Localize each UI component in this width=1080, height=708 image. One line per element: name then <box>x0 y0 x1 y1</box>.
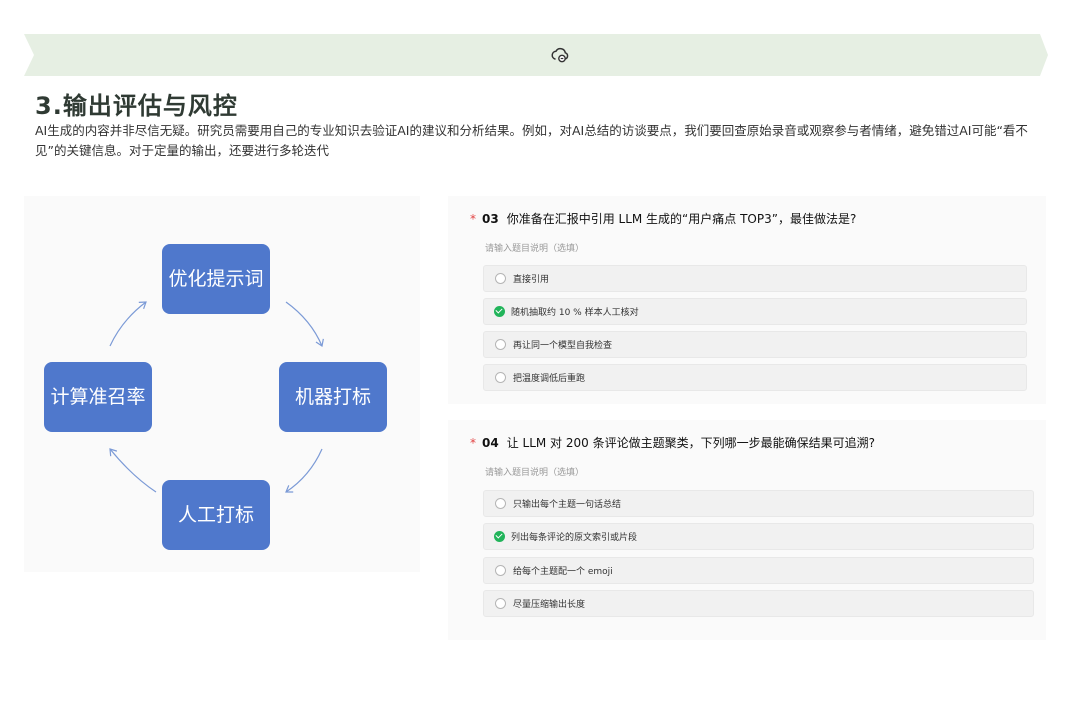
question-card-04: * 04 让 LLM 对 200 条评论做主题聚类，下列哪一步最能确保结果可追溯? … <box>448 420 1046 640</box>
radio-icon[interactable] <box>495 273 506 284</box>
question-title: * 04 让 LLM 对 200 条评论做主题聚类，下列哪一步最能确保结果可追溯? <box>470 434 875 451</box>
option-label: 再让同一个模型自我检查 <box>513 341 613 351</box>
iteration-cycle-diagram: 优化提示词 机器打标 人工打标 计算准召率 <box>24 196 420 572</box>
radio-icon[interactable] <box>495 372 506 383</box>
checked-circle-icon[interactable] <box>494 531 505 542</box>
required-marker: * <box>470 212 476 226</box>
required-marker: * <box>470 436 476 450</box>
option-item[interactable]: 尽量压缩输出长度 <box>483 590 1034 617</box>
option-item[interactable]: 再让同一个模型自我检查 <box>483 331 1027 358</box>
question-number: 03 <box>482 212 499 226</box>
section-banner <box>24 34 1048 76</box>
cloud-sync-icon <box>550 45 570 65</box>
arrow-right-to-bottom <box>285 448 323 493</box>
question-hint: 请输入题目说明（选填） <box>485 244 585 254</box>
option-item[interactable]: 列出每条评论的原文索引或片段 <box>483 523 1034 550</box>
option-item[interactable]: 直接引用 <box>483 265 1027 292</box>
node-compute-precision-recall: 计算准召率 <box>44 362 152 432</box>
question-card-03: * 03 你准备在汇报中引用 LLM 生成的“用户痛点 TOP3”，最佳做法是? 请… <box>448 196 1046 404</box>
radio-icon[interactable] <box>495 498 506 509</box>
radio-icon[interactable] <box>495 598 506 609</box>
arrow-bottom-to-left <box>109 448 157 493</box>
section-description: AI生成的内容并非尽信无疑。研究员需要用自己的专业知识去验证AI的建议和分析结果… <box>35 123 1028 158</box>
question-number: 04 <box>482 436 499 450</box>
radio-icon[interactable] <box>495 339 506 350</box>
option-label: 直接引用 <box>513 275 550 285</box>
option-label: 随机抽取约 10 % 样本人工核对 <box>511 308 639 318</box>
checked-circle-icon[interactable] <box>494 306 505 317</box>
page-title: 3.输出评估与风控 <box>35 92 238 120</box>
option-label: 只输出每个主题一句话总结 <box>513 500 622 510</box>
node-machine-labeling: 机器打标 <box>279 362 387 432</box>
node-optimize-prompt: 优化提示词 <box>162 244 270 314</box>
option-label: 把温度调低后重跑 <box>513 374 586 384</box>
question-text: 你准备在汇报中引用 LLM 生成的“用户痛点 TOP3”，最佳做法是? <box>506 212 857 226</box>
option-item[interactable]: 给每个主题配一个 emoji <box>483 557 1034 584</box>
option-item[interactable]: 把温度调低后重跑 <box>483 364 1027 391</box>
question-hint: 请输入题目说明（选填） <box>485 468 585 478</box>
option-label: 尽量压缩输出长度 <box>513 600 586 610</box>
option-item[interactable]: 随机抽取约 10 % 样本人工核对 <box>483 298 1027 325</box>
option-label: 列出每条评论的原文索引或片段 <box>511 533 638 543</box>
question-text: 让 LLM 对 200 条评论做主题聚类，下列哪一步最能确保结果可追溯? <box>506 436 875 450</box>
option-label: 给每个主题配一个 emoji <box>513 567 613 577</box>
banner-shape <box>24 34 1048 76</box>
question-title: * 03 你准备在汇报中引用 LLM 生成的“用户痛点 TOP3”，最佳做法是? <box>470 210 856 227</box>
node-human-labeling: 人工打标 <box>162 480 270 550</box>
radio-icon[interactable] <box>495 565 506 576</box>
option-item[interactable]: 只输出每个主题一句话总结 <box>483 490 1034 517</box>
arrow-top-to-right <box>285 301 324 347</box>
arrow-left-to-top <box>109 301 147 347</box>
